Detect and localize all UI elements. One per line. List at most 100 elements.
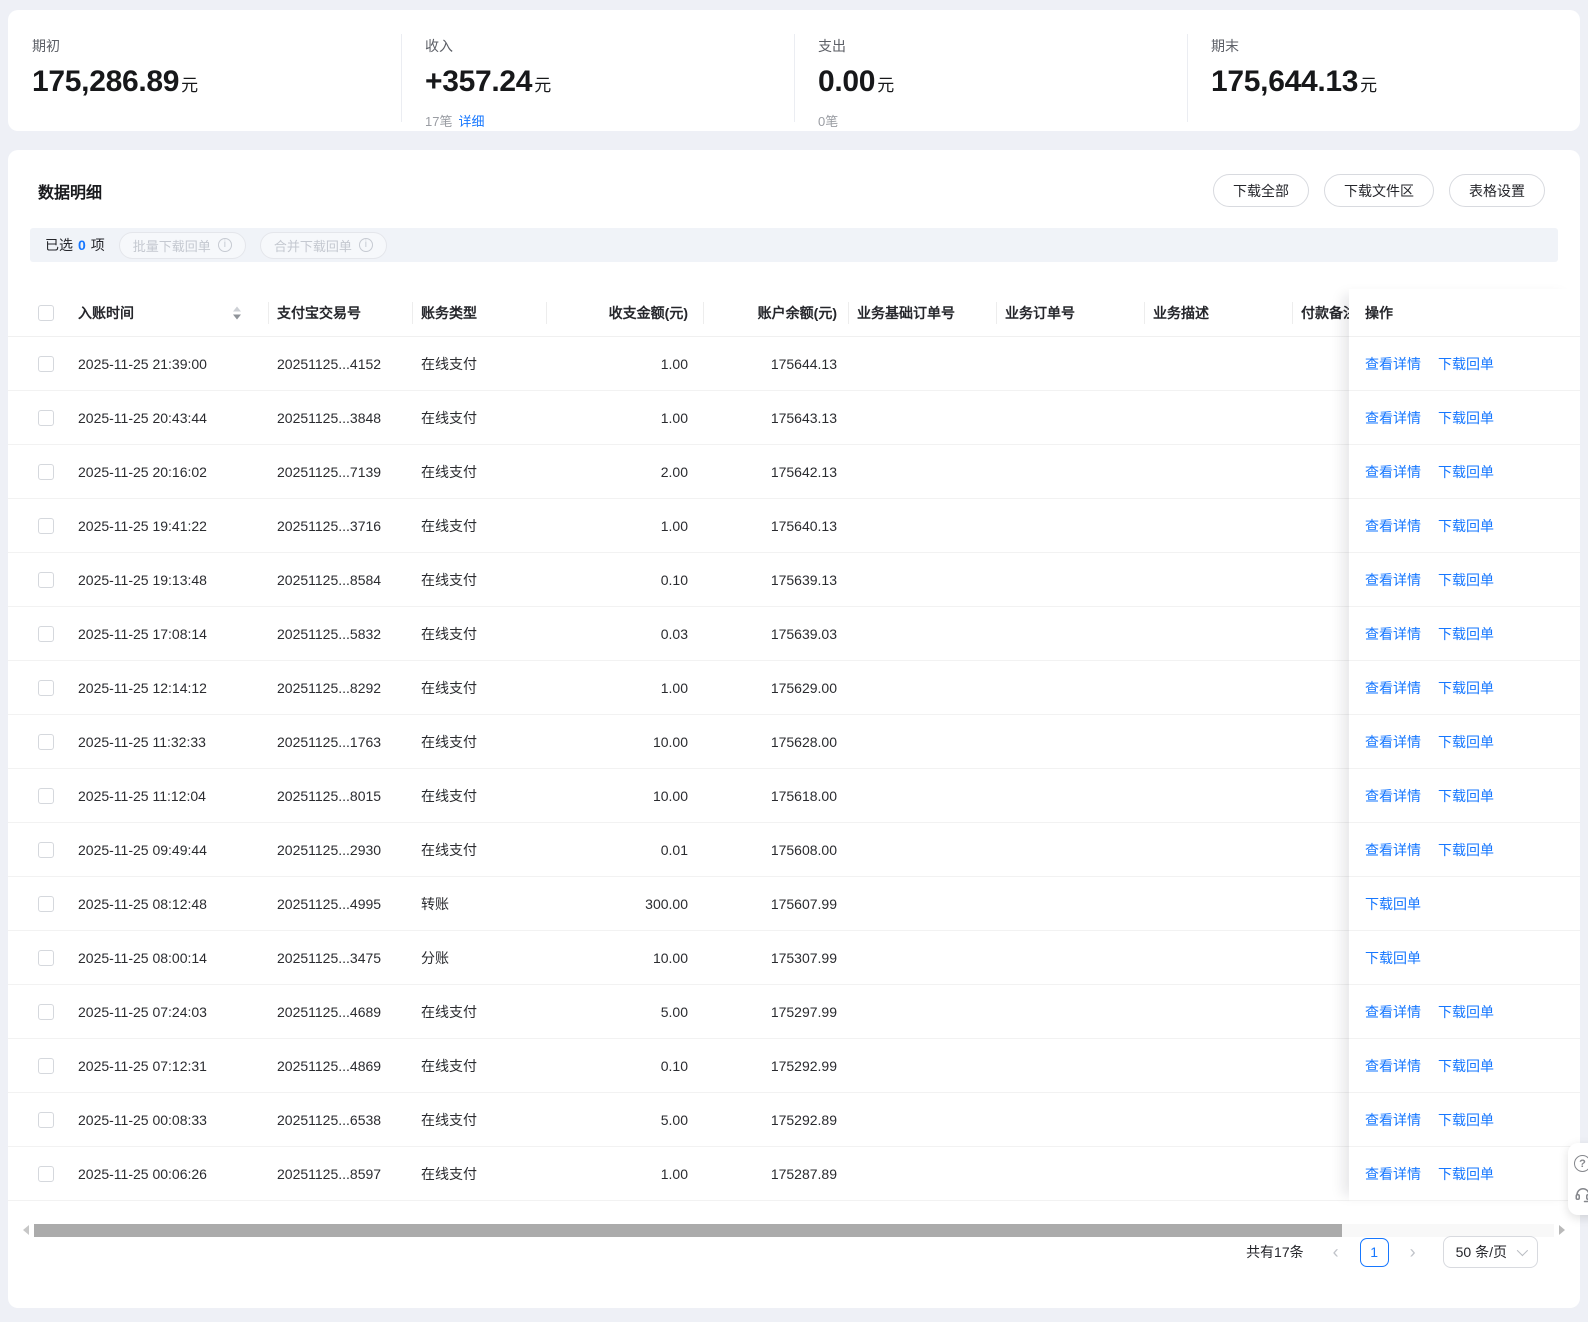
cell-remark bbox=[1301, 1039, 1349, 1092]
cell-checkbox bbox=[8, 985, 78, 1038]
cell-checkbox bbox=[8, 769, 78, 822]
download-receipt-link[interactable]: 下载回单 bbox=[1438, 408, 1494, 428]
selected-count: 0 bbox=[78, 237, 86, 253]
select-all-checkbox[interactable] bbox=[38, 305, 54, 321]
view-details-link[interactable]: 查看详情 bbox=[1365, 408, 1421, 428]
col-entry-time[interactable]: 入账时间 bbox=[78, 289, 277, 336]
download-receipt-link[interactable]: 下载回单 bbox=[1365, 948, 1421, 968]
row-checkbox[interactable] bbox=[38, 842, 54, 858]
row-checkbox[interactable] bbox=[38, 356, 54, 372]
scrollbar-thumb[interactable] bbox=[34, 1224, 1342, 1237]
download-receipt-link[interactable]: 下载回单 bbox=[1365, 894, 1421, 914]
download-receipt-link[interactable]: 下载回单 bbox=[1438, 570, 1494, 590]
cell-description bbox=[1153, 769, 1301, 822]
scroll-left-icon[interactable] bbox=[23, 1225, 29, 1235]
download-receipt-link[interactable]: 下载回单 bbox=[1438, 840, 1494, 860]
row-checkbox[interactable] bbox=[38, 788, 54, 804]
cell-account-type: 在线支付 bbox=[421, 661, 555, 714]
row-checkbox[interactable] bbox=[38, 1166, 54, 1182]
cell-account-type: 在线支付 bbox=[421, 607, 555, 660]
view-details-link[interactable]: 查看详情 bbox=[1365, 570, 1421, 590]
view-details-link[interactable]: 查看详情 bbox=[1365, 1002, 1421, 1022]
download-receipt-link[interactable]: 下载回单 bbox=[1438, 1164, 1494, 1184]
table-settings-button[interactable]: 表格设置 bbox=[1449, 174, 1545, 207]
page-number-button[interactable]: 1 bbox=[1360, 1238, 1389, 1267]
headset-icon[interactable] bbox=[1574, 1185, 1588, 1203]
col-order: 业务订单号 bbox=[1005, 289, 1153, 336]
row-checkbox[interactable] bbox=[38, 626, 54, 642]
view-details-link[interactable]: 查看详情 bbox=[1365, 516, 1421, 536]
sort-icon[interactable] bbox=[233, 306, 241, 319]
download-receipt-link[interactable]: 下载回单 bbox=[1438, 678, 1494, 698]
cell-balance: 175607.99 bbox=[712, 877, 857, 930]
cell-transaction-id: 20251125...4152 bbox=[277, 337, 421, 390]
row-checkbox[interactable] bbox=[38, 734, 54, 750]
row-checkbox[interactable] bbox=[38, 410, 54, 426]
row-checkbox[interactable] bbox=[38, 518, 54, 534]
cell-transaction-id: 20251125...8597 bbox=[277, 1147, 421, 1200]
cell-order bbox=[1005, 607, 1153, 660]
view-details-link[interactable]: 查看详情 bbox=[1365, 678, 1421, 698]
row-checkbox[interactable] bbox=[38, 572, 54, 588]
view-details-link[interactable]: 查看详情 bbox=[1365, 462, 1421, 482]
summary-label: 期初 bbox=[32, 36, 401, 56]
download-receipt-link[interactable]: 下载回单 bbox=[1438, 1110, 1494, 1130]
row-checkbox[interactable] bbox=[38, 680, 54, 696]
download-receipt-link[interactable]: 下载回单 bbox=[1438, 516, 1494, 536]
view-details-link[interactable]: 查看详情 bbox=[1365, 1056, 1421, 1076]
view-details-link[interactable]: 查看详情 bbox=[1365, 1164, 1421, 1184]
download-receipt-link[interactable]: 下载回单 bbox=[1438, 1056, 1494, 1076]
summary-expense: 支出 0.00元 0笔 bbox=[794, 36, 1187, 131]
cell-order bbox=[1005, 715, 1153, 768]
cell-remark bbox=[1301, 769, 1349, 822]
scrollbar-track[interactable] bbox=[34, 1224, 1554, 1237]
download-receipt-link[interactable]: 下载回单 bbox=[1438, 462, 1494, 482]
next-page-button[interactable]: › bbox=[1403, 1243, 1423, 1261]
scroll-right-icon[interactable] bbox=[1559, 1225, 1565, 1235]
row-checkbox[interactable] bbox=[38, 950, 54, 966]
cell-entry-time: 2025-11-25 08:12:48 bbox=[78, 877, 277, 930]
view-details-link[interactable]: 查看详情 bbox=[1365, 354, 1421, 374]
merge-download-button[interactable]: 合并下载回单 i bbox=[260, 232, 387, 259]
cell-order bbox=[1005, 1093, 1153, 1146]
batch-download-button[interactable]: 批量下载回单 i bbox=[119, 232, 246, 259]
cell-checkbox bbox=[8, 877, 78, 930]
cell-balance: 175640.13 bbox=[712, 499, 857, 552]
horizontal-scrollbar[interactable] bbox=[23, 1223, 1565, 1237]
cell-entry-time: 2025-11-25 11:12:04 bbox=[78, 769, 277, 822]
download-receipt-link[interactable]: 下载回单 bbox=[1438, 732, 1494, 752]
table-row: 2025-11-25 00:06:2620251125...8597在线支付1.… bbox=[8, 1147, 1580, 1201]
cell-order bbox=[1005, 985, 1153, 1038]
view-details-link[interactable]: 查看详情 bbox=[1365, 1110, 1421, 1130]
cell-balance: 175639.13 bbox=[712, 553, 857, 606]
info-icon: i bbox=[218, 238, 232, 252]
col-remark: 付款备注 bbox=[1301, 289, 1349, 336]
cell-account-type: 分账 bbox=[421, 931, 555, 984]
prev-page-button[interactable]: ‹ bbox=[1326, 1243, 1346, 1261]
download-receipt-link[interactable]: 下载回单 bbox=[1438, 1002, 1494, 1022]
question-circle-icon[interactable]: ? bbox=[1574, 1155, 1588, 1172]
download-receipt-link[interactable]: 下载回单 bbox=[1438, 624, 1494, 644]
view-details-link[interactable]: 查看详情 bbox=[1365, 786, 1421, 806]
row-checkbox[interactable] bbox=[38, 896, 54, 912]
cell-amount: 10.00 bbox=[555, 931, 712, 984]
download-all-button[interactable]: 下载全部 bbox=[1213, 174, 1309, 207]
view-details-link[interactable]: 查看详情 bbox=[1365, 732, 1421, 752]
row-checkbox[interactable] bbox=[38, 464, 54, 480]
page-size-select[interactable]: 50 条/页 bbox=[1443, 1236, 1538, 1268]
download-receipt-link[interactable]: 下载回单 bbox=[1438, 354, 1494, 374]
cell-actions: 查看详情下载回单 bbox=[1349, 1093, 1580, 1147]
income-detail-link[interactable]: 详细 bbox=[458, 114, 484, 129]
fixed-actions-column: 操作 查看详情下载回单查看详情下载回单查看详情下载回单查看详情下载回单查看详情下… bbox=[1349, 289, 1580, 1201]
row-checkbox[interactable] bbox=[38, 1112, 54, 1128]
download-file-area-button[interactable]: 下载文件区 bbox=[1324, 174, 1434, 207]
download-receipt-link[interactable]: 下载回单 bbox=[1438, 786, 1494, 806]
cell-balance: 175297.99 bbox=[712, 985, 857, 1038]
view-details-link[interactable]: 查看详情 bbox=[1365, 624, 1421, 644]
view-details-link[interactable]: 查看详情 bbox=[1365, 840, 1421, 860]
row-checkbox[interactable] bbox=[38, 1058, 54, 1074]
cell-entry-time: 2025-11-25 00:08:33 bbox=[78, 1093, 277, 1146]
row-checkbox[interactable] bbox=[38, 1004, 54, 1020]
cell-base-order bbox=[857, 607, 1005, 660]
cell-order bbox=[1005, 1147, 1153, 1200]
